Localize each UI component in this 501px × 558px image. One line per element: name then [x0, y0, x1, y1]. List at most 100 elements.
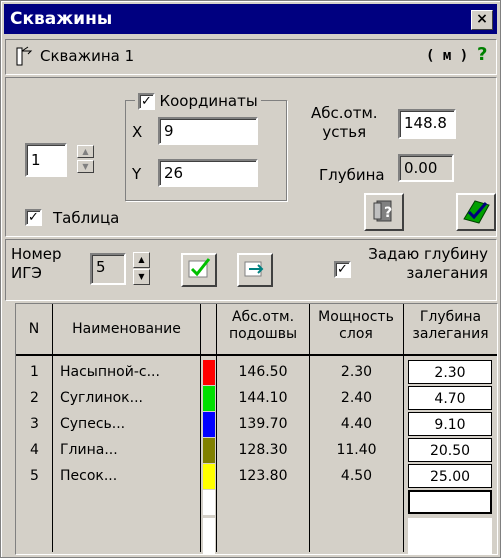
row-name: Песок...: [60, 468, 118, 484]
col-depth-header-line2: залегания: [412, 326, 489, 342]
row-name: Насыпной-с...: [60, 364, 160, 380]
ige-label: Номер ИГЭ: [11, 245, 62, 283]
table-checkbox[interactable]: ✓: [25, 209, 42, 226]
ige-spin-down-icon[interactable]: ▼: [133, 269, 150, 285]
col-depth-header: Глубина залегания: [404, 309, 497, 343]
ige-transfer-button[interactable]: [237, 253, 273, 287]
set-depth-label: Задаю глубину залегания: [364, 245, 488, 283]
x-label: X: [132, 123, 143, 141]
spin-up-icon[interactable]: ▲: [77, 145, 94, 158]
check-green-icon: [463, 200, 490, 224]
row-thick: 4.50: [340, 468, 373, 484]
ige-label-line1: Номер: [11, 245, 62, 263]
row-name: Суглинок...: [60, 390, 143, 406]
col-thick-header-line2: слоя: [339, 326, 373, 342]
depth-label: Глубина: [319, 166, 385, 184]
row-n: 1: [30, 364, 39, 380]
row-depth-input[interactable]: 25.00: [408, 464, 492, 488]
abs-mouth-label-line2: устья: [322, 123, 367, 141]
col-thick-header: Мощность слоя: [310, 309, 402, 343]
coords-group-header: ✓ Координаты: [135, 92, 261, 110]
well-icon: [16, 46, 33, 66]
row-color-swatch: [203, 360, 215, 385]
well-header-panel: Скважина 1 ( м ) ?: [5, 39, 497, 75]
help-icon[interactable]: ?: [477, 44, 487, 65]
set-depth-label-line2: залегания: [406, 264, 488, 282]
well-name: Скважина 1: [40, 47, 135, 65]
coords-group-label: Координаты: [159, 92, 258, 110]
coords-checkbox[interactable]: ✓: [138, 92, 155, 110]
row-thick: 2.30: [340, 364, 373, 380]
row-depth-input[interactable]: 2.30: [408, 360, 492, 384]
close-button[interactable]: ×: [471, 10, 493, 30]
row-abs: 139.70: [238, 416, 288, 432]
wells-window: Скважины × Скважина 1 ( м ) ? 1 ▲ ▼ ✓ Ко…: [0, 0, 501, 558]
row-abs: 144.10: [238, 390, 288, 406]
abs-mouth-label-line1: Абс.отм.: [311, 104, 378, 122]
row-color-swatch: [203, 464, 215, 489]
row-thick: 11.40: [336, 442, 377, 458]
row-n: 4: [30, 442, 39, 458]
col-abs-header: Абс.отм. подошвы: [217, 309, 309, 343]
set-depth-checkbox[interactable]: ✓: [334, 261, 351, 278]
empty-depth-cell[interactable]: [408, 518, 492, 554]
ige-spinner[interactable]: ▲ ▼: [133, 252, 150, 286]
row-thick: 4.40: [340, 416, 373, 432]
empty-color-swatch: [203, 490, 215, 515]
col-n-header: N: [16, 304, 53, 354]
unit-label: ( м ): [426, 48, 469, 64]
set-depth-label-line1: Задаю глубину: [368, 245, 488, 263]
info-icon: ?: [373, 200, 392, 222]
y-field[interactable]: 26: [158, 159, 258, 187]
table-row[interactable]: 5 Песок... 123.80 4.50 25.00: [16, 464, 497, 490]
table-row[interactable]: 4 Глина... 128.30 11.40 20.50: [16, 438, 497, 464]
ige-label-line2: ИГЭ: [11, 264, 42, 282]
col-name-header: Наименование: [53, 304, 201, 354]
row-depth-input[interactable]: 20.50: [408, 438, 492, 462]
table-label: Таблица: [53, 209, 120, 227]
ige-apply-button[interactable]: [181, 253, 217, 287]
col-thick-header-line1: Мощность: [318, 309, 394, 325]
row-thick: 2.40: [340, 390, 373, 406]
arrow-doc-icon: [244, 261, 264, 277]
row-abs: 128.30: [238, 442, 288, 458]
index-spinner[interactable]: ▲ ▼: [77, 145, 94, 175]
confirm-button[interactable]: [456, 193, 496, 231]
row-depth-input[interactable]: 9.10: [408, 412, 492, 436]
title-bar: Скважины ×: [4, 4, 497, 34]
row-abs: 123.80: [238, 468, 288, 484]
abs-mouth-label: Абс.отм. устья: [311, 104, 378, 142]
layers-table: N Наименование Абс.отм. подошвы Мощность…: [15, 303, 498, 555]
ige-spin-up-icon[interactable]: ▲: [133, 252, 150, 268]
row-name: Супесь...: [60, 416, 126, 432]
col-depth-header-line1: Глубина: [419, 309, 482, 325]
row-color-swatch: [203, 386, 215, 411]
depth-field: 0.00: [398, 154, 454, 182]
row-color-swatch: [203, 438, 215, 463]
ige-field[interactable]: 5: [90, 253, 126, 285]
table-row[interactable]: 3 Супесь... 139.70 4.40 9.10: [16, 412, 497, 438]
svg-text:?: ?: [384, 205, 392, 221]
close-icon: ×: [476, 11, 488, 27]
x-field[interactable]: 9: [158, 117, 258, 145]
row-n: 5: [30, 468, 39, 484]
empty-color-swatch: [203, 518, 215, 554]
table-row[interactable]: 1 Насыпной-с... 146.50 2.30 2.30: [16, 360, 497, 386]
y-label: Y: [132, 165, 142, 183]
row-name: Глина...: [60, 442, 118, 458]
spin-down-icon[interactable]: ▼: [77, 160, 94, 173]
abs-mouth-field[interactable]: 148.8: [398, 109, 456, 139]
table-row[interactable]: 2 Суглинок... 144.10 2.40 4.70: [16, 386, 497, 412]
row-abs: 146.50: [238, 364, 288, 380]
col-abs-header-line2: подошвы: [228, 326, 298, 342]
index-field[interactable]: 1: [25, 143, 67, 177]
row-depth-input[interactable]: 4.70: [408, 386, 492, 410]
row-n: 2: [30, 390, 39, 406]
window-title: Скважины: [10, 9, 113, 29]
row-n: 3: [30, 416, 39, 432]
col-abs-header-line1: Абс.отм.: [231, 309, 295, 325]
new-depth-input[interactable]: [408, 490, 492, 514]
info-button[interactable]: ?: [364, 193, 404, 231]
row-color-swatch: [203, 412, 215, 437]
check-doc-icon: [188, 258, 211, 278]
